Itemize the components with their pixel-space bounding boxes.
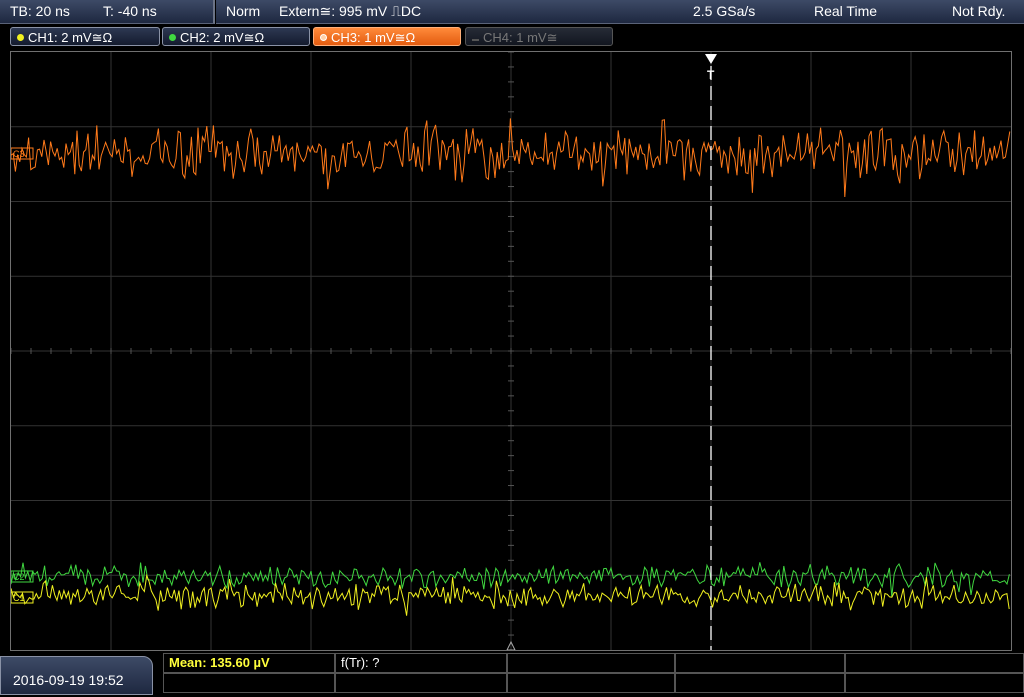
trigger-marker: T: [707, 68, 715, 82]
trigger-arrow-icon[interactable]: [705, 54, 717, 64]
ch4-label: CH4: 1 mV≅: [483, 30, 558, 45]
trigger-mode[interactable]: Norm: [226, 0, 260, 23]
graticule: [11, 52, 1011, 650]
trigger-panel[interactable]: Norm Extern≅: 995 mV ⎍DC 2.5 GSa/s Real …: [216, 0, 1024, 24]
waveform-canvas[interactable]: T C3 C2 C1: [11, 52, 1011, 650]
timebase-value[interactable]: TB: 20 ns: [10, 0, 70, 23]
ch4-indicator-icon: [472, 39, 479, 41]
ch3-waveform: [11, 118, 1011, 198]
channel-tabs: CH1: 2 mV≅Ω CH2: 2 mV≅Ω CH3: 1 mV≅Ω CH4:…: [0, 25, 1024, 49]
waveform-display[interactable]: T C3 C2 C1: [10, 51, 1012, 651]
ch2-marker-label: C2: [13, 572, 25, 582]
status-bar: TB: 20 ns T: -40 ns Norm Extern≅: 995 mV…: [0, 0, 1024, 24]
ch1-marker-label: C1: [13, 593, 25, 603]
measurement-slot-8[interactable]: [507, 673, 675, 693]
sample-rate[interactable]: 2.5 GSa/s: [693, 0, 755, 23]
tab-ch4[interactable]: CH4: 1 mV≅: [465, 27, 613, 46]
measurement-slot-4[interactable]: [675, 653, 845, 673]
datetime-display[interactable]: 2016-09-19 19:52: [0, 656, 153, 695]
ch1-indicator-icon: [17, 34, 24, 41]
ch3-label: CH3: 1 mV≅Ω: [331, 30, 416, 45]
measurement-slot-10[interactable]: [845, 673, 1024, 693]
measurement-slot-5[interactable]: [845, 653, 1024, 673]
timebase-panel[interactable]: TB: 20 ns T: -40 ns: [0, 0, 215, 24]
ch1-waveform: [11, 573, 1010, 616]
tab-ch3[interactable]: CH3: 1 mV≅Ω: [313, 27, 461, 46]
tab-ch1[interactable]: CH1: 2 mV≅Ω: [10, 27, 160, 46]
measurement-slot-7[interactable]: [335, 673, 507, 693]
ch3-indicator-icon: [320, 34, 327, 41]
ch2-label: CH2: 2 mV≅Ω: [180, 30, 265, 45]
tab-ch2[interactable]: CH2: 2 mV≅Ω: [162, 27, 310, 46]
measurement-rise-frequency[interactable]: f(Tr): ?: [335, 653, 507, 673]
measurement-mean[interactable]: Mean: 135.60 µV: [163, 653, 335, 673]
measurement-slot-3[interactable]: [507, 653, 675, 673]
acquisition-status: Not Rdy.: [952, 3, 1006, 19]
bottom-bar: 2016-09-19 19:52 Mean: 135.60 µV f(Tr): …: [0, 653, 1024, 695]
ch1-label: CH1: 2 mV≅Ω: [28, 30, 113, 45]
ch2-indicator-icon: [169, 34, 176, 41]
ch3-marker-label: C3: [13, 149, 25, 159]
acquisition-mode[interactable]: Real Time: [814, 0, 877, 23]
measurement-slot-6[interactable]: [163, 673, 335, 693]
trigger-time-value[interactable]: T: -40 ns: [103, 0, 157, 23]
measurement-panel[interactable]: Mean: 135.60 µV f(Tr): ?: [163, 653, 1024, 695]
measurement-slot-9[interactable]: [675, 673, 845, 693]
trigger-source[interactable]: Extern≅: 995 mV ⎍DC: [279, 0, 421, 23]
